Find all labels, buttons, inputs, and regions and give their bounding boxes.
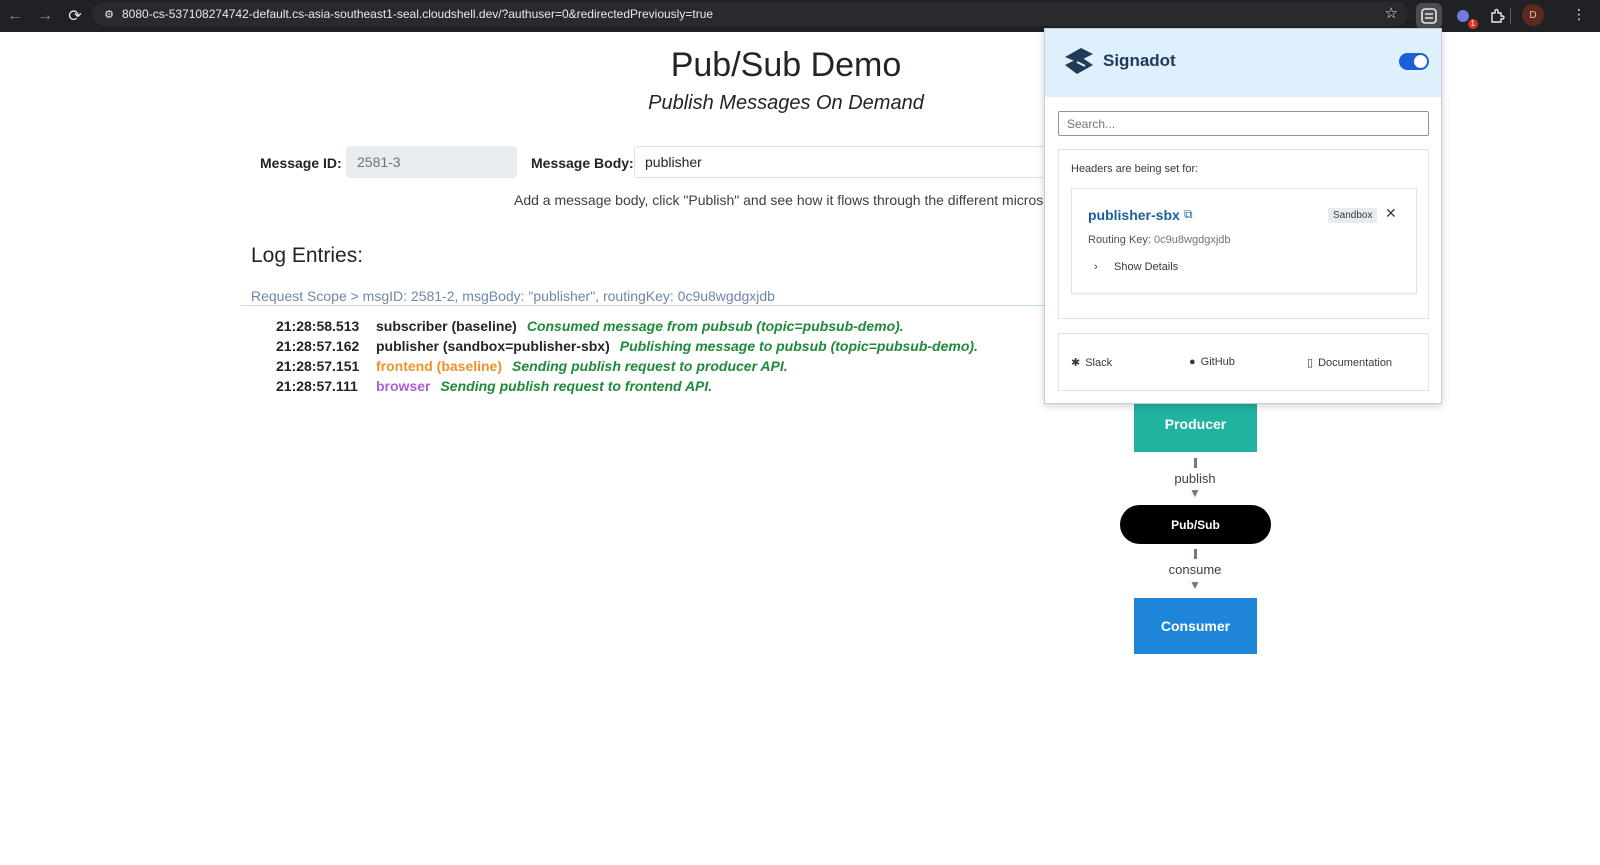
page-subtitle: Publish Messages On Demand <box>648 92 924 114</box>
bookmark-star-icon[interactable]: ☆ <box>1385 4 1398 22</box>
slack-icon: ✱ <box>1071 357 1081 369</box>
browser-menu-icon[interactable]: ⋮ <box>1572 6 1586 23</box>
log-service: frontend (baseline) <box>376 358 503 374</box>
back-button[interactable]: ← <box>0 0 30 32</box>
message-body-label: Message Body: <box>531 155 634 171</box>
log-message: Sending publish request to producer API. <box>512 358 788 374</box>
extension-badge: 1 <box>1467 19 1478 29</box>
log-timestamp: 21:28:57.151 <box>276 358 360 374</box>
signadot-extension-icon <box>1421 8 1437 24</box>
links-footer: ✱ Slack ● GitHub ▯ Documentation <box>1058 333 1429 391</box>
document-icon: ▯ <box>1307 357 1314 369</box>
pubsub-node: Pub/Sub <box>1120 505 1271 544</box>
log-timestamp: 21:28:58.513 <box>276 318 360 334</box>
reload-icon: ⟳ <box>68 8 82 25</box>
log-timestamp: 21:28:57.162 <box>276 338 360 354</box>
sandbox-badge: Sandbox <box>1328 208 1378 223</box>
log-row: 21:28:57.162 publisher (sandbox=publisher… <box>276 338 978 358</box>
log-row: 21:28:57.151 frontend (baseline) Sending p… <box>276 358 788 378</box>
second-extension-button[interactable]: 1 <box>1450 3 1478 29</box>
puzzle-icon <box>1491 8 1505 23</box>
log-row: 21:28:57.111 browser Sending publish reque… <box>276 378 712 398</box>
slack-link[interactable]: ✱ Slack <box>1071 356 1113 370</box>
forward-icon: → <box>37 7 53 24</box>
consume-arrow-icon: ▼ <box>1189 578 1201 592</box>
sandbox-name-link[interactable]: publisher-sbx <box>1088 207 1180 223</box>
consume-edge-line <box>1194 549 1197 559</box>
github-link[interactable]: ● GitHub <box>1189 356 1235 368</box>
popup-header: Signadot <box>1045 29 1441 97</box>
log-service: publisher (sandbox=publisher-sbx) <box>376 338 610 354</box>
message-id-label: Message ID: <box>260 155 342 171</box>
extensions-area: 1 <box>1416 2 1510 30</box>
reload-button[interactable]: ⟳ <box>60 0 90 32</box>
publish-edge-label: publish <box>1174 471 1216 486</box>
show-details-label: Show Details <box>1114 261 1179 273</box>
forward-button[interactable]: → <box>30 0 60 32</box>
url-text[interactable]: 8080-cs-537108274742-default.cs-asia-sou… <box>122 7 713 21</box>
log-message: Sending publish request to frontend API. <box>440 378 713 394</box>
search-input[interactable] <box>1058 111 1429 136</box>
sandbox-entry: publisher-sbx ⧉ Sandbox ✕ Routing Key: 0… <box>1071 188 1417 294</box>
log-message: Publishing message to pubsub (topic=pubs… <box>619 338 978 354</box>
headers-title: Headers are being set for: <box>1071 163 1199 175</box>
consume-edge-label: consume <box>1168 562 1222 577</box>
scope-divider <box>241 305 1044 306</box>
message-body-input[interactable] <box>634 146 1046 178</box>
consumer-node: Consumer <box>1134 598 1257 654</box>
log-message: Consumed message from pubsub (topic=pubs… <box>526 318 904 334</box>
documentation-link[interactable]: ▯ Documentation <box>1307 356 1393 370</box>
routing-key: Routing Key: 0c9u8wgdgxjdb <box>1088 234 1231 246</box>
log-service: subscriber (baseline) <box>376 318 517 334</box>
slack-label: Slack <box>1085 356 1113 369</box>
headers-card: Headers are being set for: publisher-sbx… <box>1058 149 1429 319</box>
instruction-text: Add a message body, click "Publish" and … <box>514 192 1044 208</box>
signadot-extension-button[interactable] <box>1416 3 1442 29</box>
site-settings-icon[interactable]: ⚙ <box>96 8 122 21</box>
page-title: Pub/Sub Demo <box>670 46 902 84</box>
close-icon[interactable]: ✕ <box>1385 205 1397 222</box>
request-scope: Request Scope > msgID: 2581-2, msgBody: … <box>251 288 775 304</box>
github-icon: ● <box>1189 356 1196 368</box>
routing-key-value: 0c9u8wgdgxjdb <box>1154 234 1231 246</box>
enable-toggle[interactable] <box>1399 53 1429 70</box>
address-bar[interactable]: ⚙ 8080-cs-537108274742-default.cs-asia-s… <box>92 2 1408 26</box>
github-label: GitHub <box>1200 356 1235 368</box>
extensions-menu-button[interactable] <box>1484 3 1510 29</box>
log-entries-heading: Log Entries: <box>251 244 364 267</box>
log-service: browser <box>376 378 431 394</box>
log-timestamp: 21:28:57.111 <box>276 378 358 394</box>
brand-name: Signadot <box>1103 51 1176 70</box>
publish-edge-line <box>1194 458 1197 468</box>
profile-avatar[interactable]: D <box>1522 4 1544 26</box>
show-details-toggle[interactable]: › Show Details <box>1094 261 1179 273</box>
publish-arrow-icon: ▼ <box>1189 486 1201 500</box>
routing-key-label: Routing Key: <box>1088 234 1151 246</box>
signadot-logo-icon <box>1065 48 1093 74</box>
external-link-icon[interactable]: ⧉ <box>1184 207 1193 222</box>
documentation-label: Documentation <box>1318 356 1393 369</box>
signadot-popup: Signadot Headers are being set for: publ… <box>1044 28 1442 404</box>
back-icon: ← <box>7 7 23 24</box>
toolbar-divider <box>1510 8 1511 24</box>
producer-node: Producer <box>1134 396 1257 452</box>
log-row: 21:28:58.513 subscriber (baseline) Consume… <box>276 318 904 338</box>
chevron-right-icon: › <box>1094 261 1098 273</box>
message-id-input[interactable] <box>346 146 517 178</box>
